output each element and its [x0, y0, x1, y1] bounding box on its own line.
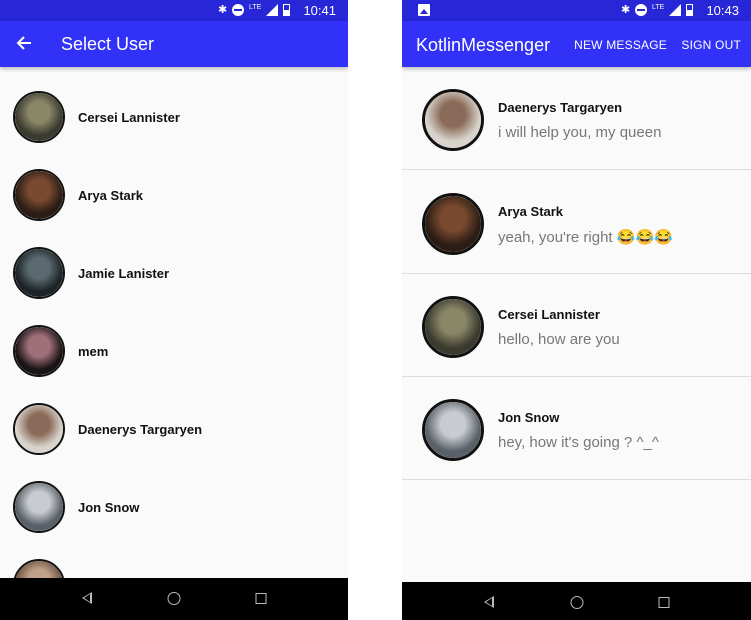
signal-icon	[266, 4, 278, 16]
avatar	[422, 399, 484, 461]
nav-back-icon[interactable]	[82, 592, 92, 604]
message-row[interactable]: Arya Stark yeah, you're right 😂😂😂	[402, 171, 751, 274]
message-preview: yeah, you're right 😂😂😂	[498, 229, 673, 246]
do-not-disturb-icon	[232, 4, 244, 16]
user-name: Arya Stark	[78, 188, 144, 203]
app-bar: Select User	[0, 21, 348, 67]
avatar	[13, 91, 65, 143]
message-row[interactable]: Daenerys Targaryen i will help you, my q…	[402, 67, 751, 170]
user-name: Cersei Lannister	[78, 110, 180, 125]
signal-icon	[669, 4, 681, 16]
message-preview: hey, how it's going ? ^_^	[498, 434, 659, 451]
status-bar: ✱ LTE 10:43	[402, 0, 751, 21]
message-sender: Cersei Lannister	[498, 307, 600, 322]
message-sender: Daenerys Targaryen	[498, 100, 623, 115]
user-name: Daenerys Targaryen	[78, 422, 203, 437]
nav-home-icon[interactable]	[570, 596, 583, 609]
avatar	[422, 89, 484, 151]
avatar	[13, 325, 65, 377]
user-row[interactable]: Daenerys Targaryen	[0, 391, 348, 469]
user-row[interactable]: Jon Snow	[0, 469, 348, 547]
avatar	[13, 169, 65, 221]
user-row[interactable]: Cersei Lannister	[0, 79, 348, 157]
message-row[interactable]: Jon Snow hey, how it's going ? ^_^	[402, 377, 751, 480]
avatar	[13, 481, 65, 533]
status-time: 10:43	[706, 3, 739, 18]
new-message-button[interactable]: NEW MESSAGE	[574, 38, 667, 52]
avatar	[422, 296, 484, 358]
user-row[interactable]: Jamie Lanister	[0, 235, 348, 313]
nav-back-icon[interactable]	[484, 596, 495, 608]
avatar	[13, 247, 65, 299]
do-not-disturb-icon	[635, 4, 647, 16]
app-bar: KotlinMessenger NEW MESSAGE SIGN OUT	[402, 21, 751, 67]
app-title: KotlinMessenger	[416, 35, 551, 55]
image-notification-icon	[418, 4, 430, 16]
latest-messages-screen: ✱ LTE 10:43 KotlinMessenger NEW MESSAGE …	[402, 0, 751, 620]
status-icons: ✱ LTE	[218, 4, 290, 16]
message-preview: hello, how are you	[498, 331, 620, 348]
user-name: Jamie Lanister	[78, 266, 170, 281]
page-title: Select User	[61, 34, 155, 54]
nav-recents-icon[interactable]	[658, 597, 670, 608]
status-icons: ✱ LTE	[621, 4, 693, 16]
lte-icon: LTE	[652, 4, 665, 11]
battery-icon	[283, 4, 290, 16]
message-row[interactable]: Cersei Lannister hello, how are you	[402, 274, 751, 377]
message-sender: Jon Snow	[498, 410, 560, 425]
user-row[interactable]	[0, 547, 348, 578]
user-name: Jon Snow	[78, 500, 140, 515]
avatar	[13, 403, 65, 455]
user-row[interactable]: mem	[0, 313, 348, 391]
status-time: 10:41	[303, 3, 336, 18]
bluetooth-icon: ✱	[621, 4, 631, 16]
navigation-bar	[0, 578, 348, 620]
nav-home-icon[interactable]	[167, 592, 181, 605]
avatar	[13, 559, 65, 578]
lte-icon: LTE	[249, 4, 262, 11]
bluetooth-icon: ✱	[218, 4, 228, 16]
message-preview: i will help you, my queen	[498, 124, 662, 141]
sign-out-button[interactable]: SIGN OUT	[681, 38, 741, 52]
back-arrow-icon[interactable]	[14, 33, 34, 53]
status-bar: ✱ LTE 10:41	[0, 0, 348, 21]
battery-icon	[686, 4, 693, 16]
navigation-bar	[402, 582, 751, 620]
nav-recents-icon[interactable]	[255, 593, 267, 604]
user-name: mem	[78, 344, 109, 359]
message-sender: Arya Stark	[498, 204, 564, 219]
user-row[interactable]: Arya Stark	[0, 157, 348, 235]
avatar	[422, 193, 484, 255]
user-list: Cersei Lannister Arya Stark Jamie Lanist…	[0, 67, 348, 578]
select-user-screen: ✱ LTE 10:41 Select User Cersei Lannister…	[0, 0, 348, 620]
